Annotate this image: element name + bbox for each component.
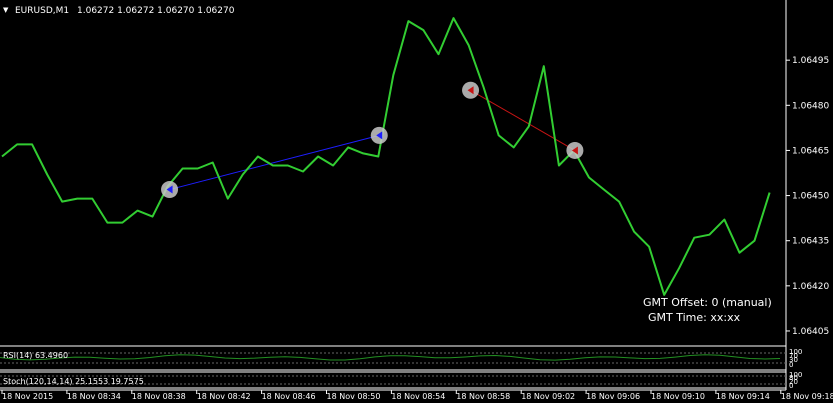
gmt-offset-text: GMT Offset: 0 (manual)	[643, 296, 772, 309]
level-label: 0	[789, 361, 793, 369]
chart-symbol: EURUSD,M1	[15, 6, 69, 16]
chart-menu-arrow-icon[interactable]: ▼	[3, 6, 9, 14]
price-tick-label: 1.06435	[792, 237, 829, 247]
time-tick-label: 18 Nov 08:46	[262, 392, 316, 401]
chart-ohlc: 1.06272 1.06272 1.06270 1.06270	[77, 6, 235, 16]
gmt-time-text: GMT Time: xx:xx	[648, 311, 741, 324]
rsi-label: RSI(14) 63.4960	[3, 351, 68, 360]
chart: ▼ EURUSD,M1 1.06272 1.06272 1.06270 1.06…	[0, 0, 833, 403]
time-tick-label: 18 Nov 2015	[2, 392, 53, 401]
time-tick-label: 18 Nov 09:02	[521, 392, 575, 401]
price-tick-label: 1.06495	[792, 56, 829, 66]
time-tick-label: 18 Nov 08:50	[327, 392, 381, 401]
time-tick-label: 18 Nov 09:14	[716, 392, 770, 401]
price-tick-label: 1.06420	[792, 282, 829, 292]
time-tick-label: 18 Nov 08:38	[132, 392, 186, 401]
price-tick-label: 1.06450	[792, 192, 829, 202]
price-tick-label: 1.06480	[792, 101, 829, 111]
time-tick-label: 18 Nov 08:42	[197, 392, 251, 401]
time-tick-label: 18 Nov 09:10	[651, 392, 705, 401]
time-tick-label: 18 Nov 09:06	[586, 392, 640, 401]
time-tick-label: 18 Nov 09:18	[781, 392, 833, 401]
stoch-label: Stoch(120,14,14) 25.1553 19.7575	[3, 377, 144, 386]
time-tick-label: 18 Nov 08:58	[456, 392, 510, 401]
price-tick-label: 1.06405	[792, 327, 829, 337]
chart-background	[0, 0, 833, 403]
time-tick-label: 18 Nov 08:34	[67, 392, 121, 401]
time-tick-label: 18 Nov 08:54	[391, 392, 445, 401]
level-label: 0	[789, 382, 793, 390]
price-tick-label: 1.06465	[792, 146, 829, 156]
